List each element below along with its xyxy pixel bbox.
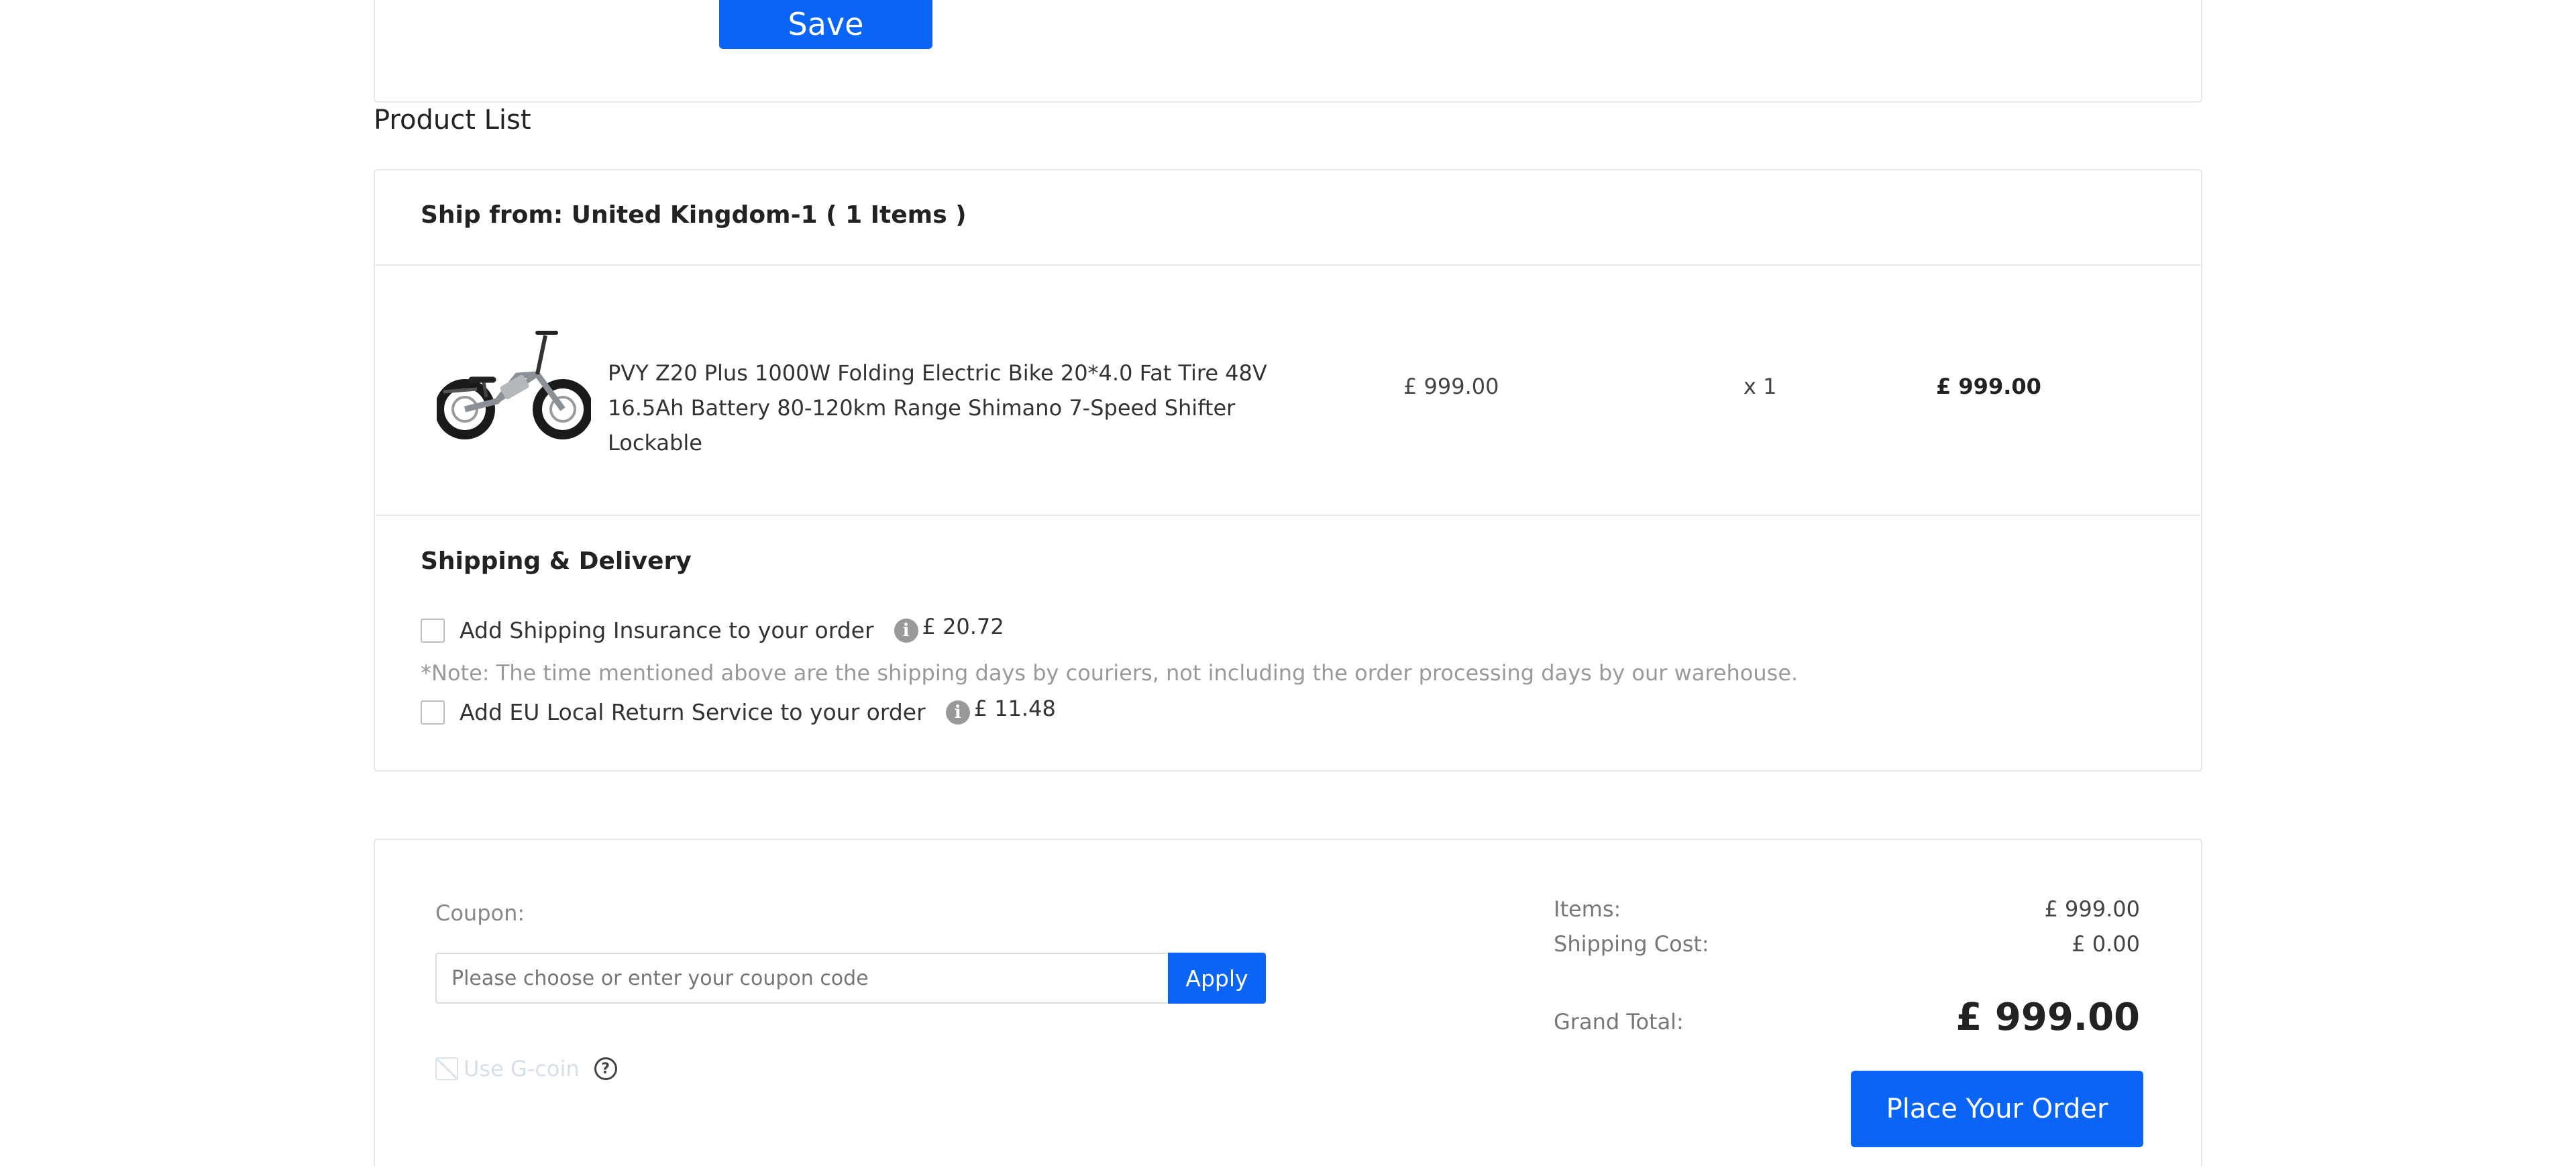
return-service-checkbox[interactable]	[421, 700, 445, 725]
return-service-option: Add EU Local Return Service to your orde…	[421, 695, 1056, 725]
product-name[interactable]: PVY Z20 Plus 1000W Folding Electric Bike…	[608, 356, 1319, 460]
info-icon[interactable]: i	[945, 700, 970, 725]
product-unit-price: £ 999.00	[1403, 374, 1499, 399]
question-circle-icon[interactable]: ?	[594, 1057, 617, 1080]
return-service-price: £ 11.48	[973, 695, 1056, 721]
shipping-cost-label: Shipping Cost:	[1554, 931, 1709, 957]
folding-electric-bike-image	[437, 331, 591, 439]
checkout-page: Save Product List Ship from: United King…	[0, 0, 2576, 1166]
shipping-cost-value: £ 0.00	[2072, 931, 2140, 957]
shipping-insurance-option: Add Shipping Insurance to your order i £…	[421, 613, 1004, 643]
shipping-note: *Note: The time mentioned above are the …	[421, 660, 1799, 686]
return-service-label[interactable]: Add EU Local Return Service to your orde…	[460, 699, 926, 725]
address-form-panel	[374, 0, 2202, 103]
divider	[375, 515, 2201, 516]
product-list-panel: Ship from: United Kingdom-1 ( 1 Items ) …	[374, 169, 2202, 772]
order-summary-panel: Coupon: Apply Use G-coin ? Items: £ 999.…	[374, 839, 2202, 1166]
coupon-input[interactable]	[435, 953, 1168, 1004]
apply-coupon-button[interactable]: Apply	[1168, 953, 1266, 1004]
place-order-button[interactable]: Place Your Order	[1851, 1071, 2143, 1147]
gcoin-checkbox[interactable]	[435, 1057, 458, 1080]
product-line-total: £ 999.00	[1936, 374, 2041, 399]
shipping-delivery-title: Shipping & Delivery	[421, 547, 692, 575]
divider	[375, 264, 2201, 266]
info-icon[interactable]: i	[894, 618, 918, 643]
coupon-label: Coupon:	[435, 900, 525, 926]
ship-from-heading: Ship from: United Kingdom-1 ( 1 Items )	[421, 201, 967, 229]
shipping-insurance-price: £ 20.72	[922, 613, 1004, 639]
items-label: Items:	[1554, 896, 1621, 922]
save-address-button[interactable]: Save	[719, 0, 932, 49]
grand-total-value: £ 999.00	[1955, 996, 2140, 1039]
shipping-insurance-checkbox[interactable]	[421, 618, 445, 643]
grand-total-label: Grand Total:	[1554, 1009, 1684, 1035]
items-value: £ 999.00	[2044, 896, 2141, 922]
product-list-title: Product List	[374, 105, 531, 136]
product-quantity: x 1	[1743, 374, 1777, 399]
gcoin-option: Use G-coin ?	[435, 1056, 617, 1081]
shipping-insurance-label[interactable]: Add Shipping Insurance to your order	[460, 617, 874, 643]
gcoin-label: Use G-coin	[464, 1056, 580, 1081]
